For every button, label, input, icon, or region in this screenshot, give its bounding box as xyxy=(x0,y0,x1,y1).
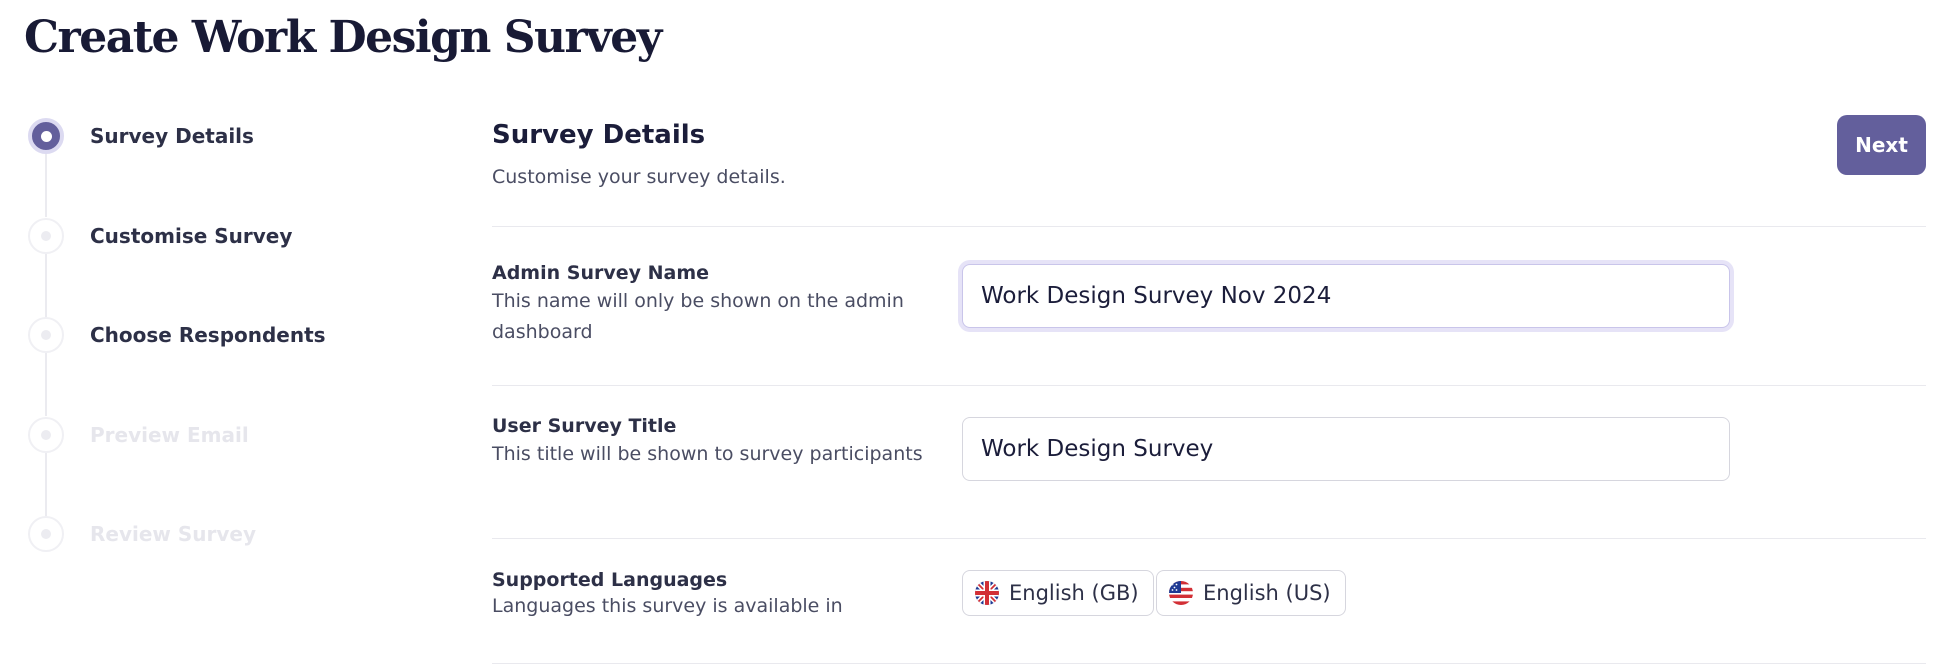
user-title-label: User Survey Title xyxy=(492,415,677,437)
step-customise-survey[interactable]: Customise Survey xyxy=(28,217,408,318)
page-title: Create Work Design Survey xyxy=(24,12,662,63)
step-review-survey: Review Survey xyxy=(28,516,408,616)
stepper: Survey Details Customise Survey Choose R… xyxy=(28,118,408,616)
language-label: English (GB) xyxy=(1009,581,1139,605)
section-title: Survey Details xyxy=(492,120,706,150)
step-connector xyxy=(45,154,47,217)
languages-label: Supported Languages xyxy=(492,569,728,591)
step-indicator-disabled xyxy=(28,516,64,552)
step-label: Customise Survey xyxy=(90,223,293,248)
divider xyxy=(492,226,1926,227)
divider xyxy=(492,663,1926,664)
step-choose-respondents[interactable]: Choose Respondents xyxy=(28,317,408,417)
next-button[interactable]: Next xyxy=(1837,115,1926,175)
language-chip-en-gb[interactable]: English (GB) xyxy=(962,570,1154,616)
uk-flag-icon xyxy=(975,581,999,605)
step-indicator-disabled xyxy=(28,416,64,453)
languages-description: Languages this survey is available in xyxy=(492,595,843,617)
user-title-label-group: User Survey Title This title will be sho… xyxy=(492,415,932,470)
language-chip-en-us[interactable]: English (US) xyxy=(1156,570,1346,616)
step-label: Preview Email xyxy=(90,422,249,447)
step-label: Choose Respondents xyxy=(90,323,326,347)
admin-survey-name-input[interactable] xyxy=(962,264,1730,328)
admin-name-label: Admin Survey Name xyxy=(492,262,710,284)
languages-label-group: Supported Languages Languages this surve… xyxy=(492,569,932,622)
step-label: Survey Details xyxy=(90,124,254,148)
user-survey-title-input[interactable] xyxy=(962,417,1730,481)
step-preview-email: Preview Email xyxy=(28,416,408,517)
section-subtitle: Customise your survey details. xyxy=(492,166,786,188)
step-connector xyxy=(45,353,47,416)
step-label: Review Survey xyxy=(90,522,257,546)
divider xyxy=(492,385,1926,386)
step-indicator xyxy=(28,317,64,353)
divider xyxy=(492,538,1926,539)
step-indicator xyxy=(28,217,64,254)
language-label: English (US) xyxy=(1203,581,1331,605)
us-flag-icon xyxy=(1169,581,1193,605)
language-chip-list: English (GB) English (US) xyxy=(962,570,1562,618)
admin-name-description: This name will only be shown on the admi… xyxy=(492,290,904,343)
step-indicator-active xyxy=(28,118,64,154)
step-survey-details[interactable]: Survey Details xyxy=(28,118,408,218)
admin-name-label-group: Admin Survey Name This name will only be… xyxy=(492,262,932,348)
step-connector xyxy=(45,452,47,516)
user-title-description: This title will be shown to survey parti… xyxy=(492,443,923,465)
step-connector xyxy=(45,253,47,317)
